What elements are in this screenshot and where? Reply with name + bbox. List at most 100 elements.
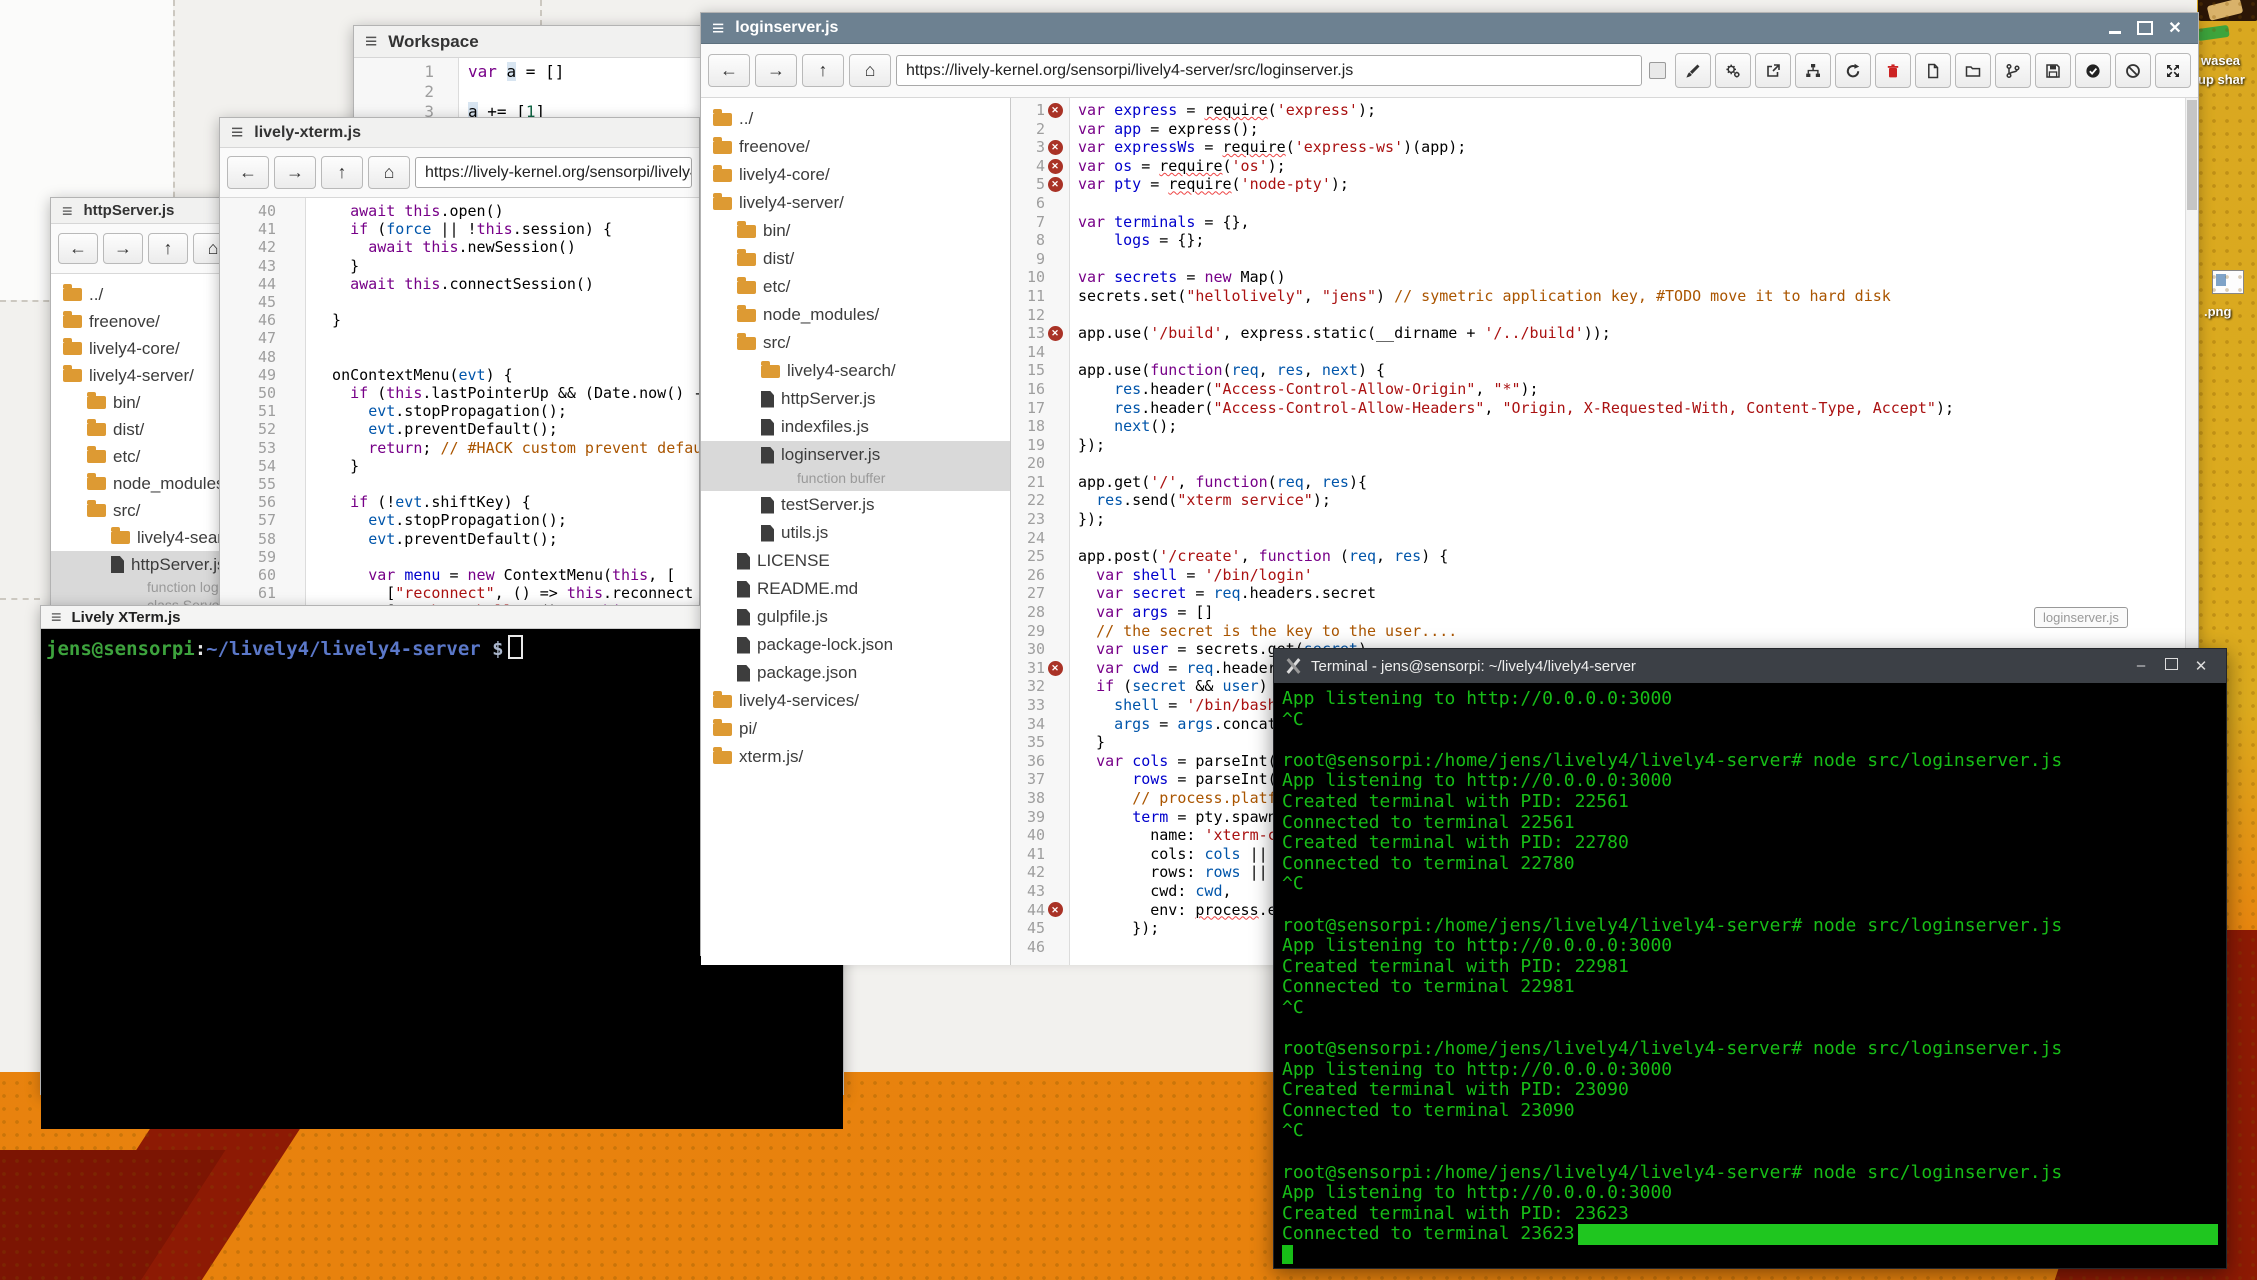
- menu-icon[interactable]: ≡: [62, 202, 73, 220]
- gutter-marker: [1045, 380, 1065, 399]
- back-button[interactable]: ←: [58, 233, 98, 264]
- code-text: var terminals = {},: [1065, 213, 1250, 232]
- desktop-icon-label[interactable]: wasea: [2201, 53, 2240, 68]
- maximize-button[interactable]: [2132, 18, 2158, 38]
- tree-item[interactable]: httpServer.js: [701, 385, 1010, 413]
- toggle-fullscreen-button[interactable]: [2155, 53, 2191, 88]
- home-button[interactable]: ⌂: [849, 54, 891, 87]
- gutter-marker: [1045, 454, 1065, 473]
- code-text: res.send("xterm service");: [1065, 491, 1331, 510]
- menu-icon[interactable]: ≡: [51, 607, 62, 628]
- menu-icon[interactable]: ≡: [365, 31, 377, 52]
- tree-item[interactable]: gulpfile.js: [701, 603, 1010, 631]
- gutter-marker: [1045, 845, 1065, 864]
- terminal-titlebar[interactable]: Terminal - jens@sensorpi: ~/lively4/live…: [1274, 649, 2226, 683]
- tree-item[interactable]: indexfiles.js: [701, 413, 1010, 441]
- url-input[interactable]: https://lively-kernel.org/sensorpi/livel…: [415, 157, 692, 188]
- code-text: res.header("Access-Control-Allow-Headers…: [1065, 399, 1954, 418]
- tree-item[interactable]: utils.js: [701, 519, 1010, 547]
- code-line: 40 await this.open(): [220, 202, 699, 220]
- scrollbar-thumb[interactable]: [2187, 100, 2197, 210]
- tree-item[interactable]: node_modules/: [701, 301, 1010, 329]
- terminal-output[interactable]: App listening to http://0.0.0.0:3000^C r…: [1274, 683, 2226, 1272]
- save-button[interactable]: [2035, 53, 2071, 88]
- code-text: app.post('/create', function (req, res) …: [1065, 547, 1448, 566]
- code-text: var os = require('os');: [1065, 157, 1286, 176]
- forward-icon: →: [286, 162, 304, 183]
- edit-mode-checkbox[interactable]: [1649, 62, 1666, 79]
- loginserver-titlebar[interactable]: ≡ loginserver.js ✕: [701, 13, 2198, 44]
- tree-item[interactable]: loginserver.js: [701, 441, 1010, 469]
- tree-item[interactable]: dist/: [701, 245, 1010, 273]
- xterm-code-editor[interactable]: 40 await this.open()41 if (force || !thi…: [220, 198, 699, 662]
- menu-icon[interactable]: ≡: [712, 18, 724, 39]
- trash-button[interactable]: [1875, 53, 1911, 88]
- tree-item[interactable]: etc/: [701, 273, 1010, 301]
- refresh-button[interactable]: [1835, 53, 1871, 88]
- tree-item[interactable]: freenove/: [701, 133, 1010, 161]
- line-number: 54: [220, 457, 276, 475]
- git-branch-button[interactable]: [1995, 53, 2031, 88]
- tree-item[interactable]: LICENSE: [701, 547, 1010, 575]
- close-button[interactable]: ✕: [2162, 18, 2188, 38]
- gutter-marker: [1045, 863, 1065, 882]
- open-external-button[interactable]: [1755, 53, 1791, 88]
- code-line: 55: [220, 475, 699, 493]
- png-file-icon[interactable]: [2212, 270, 2244, 294]
- forward-button[interactable]: →: [103, 233, 143, 264]
- minimize-button[interactable]: –: [2126, 657, 2156, 675]
- xterm-editor-titlebar[interactable]: ≡ lively-xterm.js: [220, 118, 699, 148]
- tree-item[interactable]: lively4-core/: [701, 161, 1010, 189]
- tree-item[interactable]: lively4-server/: [701, 189, 1010, 217]
- tree-item[interactable]: lively4-services/: [701, 687, 1010, 715]
- folder-icon: [713, 113, 732, 126]
- workspace-titlebar[interactable]: ≡ Workspace: [354, 26, 701, 58]
- sitemap-button[interactable]: [1795, 53, 1831, 88]
- forward-button[interactable]: →: [274, 156, 316, 189]
- gutter-marker: [276, 530, 300, 548]
- back-button[interactable]: ←: [227, 156, 269, 189]
- tree-item[interactable]: bin/: [701, 217, 1010, 245]
- code-line: 49 onContextMenu(evt) {: [220, 366, 699, 384]
- desktop-icon-label[interactable]: up shar: [2198, 72, 2245, 87]
- close-button[interactable]: ✕: [2186, 657, 2216, 675]
- new-file-button[interactable]: [1915, 53, 1951, 88]
- tree-item[interactable]: README.md: [701, 575, 1010, 603]
- maximize-button[interactable]: [2156, 657, 2186, 675]
- url-input[interactable]: https://lively-kernel.org/sensorpi/livel…: [896, 55, 1642, 86]
- brush-button[interactable]: [1675, 53, 1711, 88]
- code-text: [1065, 306, 1078, 325]
- up-button[interactable]: ↑: [802, 54, 844, 87]
- line-number: 46: [220, 311, 276, 329]
- gutter-marker: [1045, 789, 1065, 808]
- tree-item[interactable]: ../: [701, 105, 1010, 133]
- tree-item[interactable]: package-lock.json: [701, 631, 1010, 659]
- tree-item[interactable]: pi/: [701, 715, 1010, 743]
- desktop-icon-label[interactable]: .png: [2204, 304, 2231, 319]
- cancel-button[interactable]: [2115, 53, 2151, 88]
- terminal-cursor-line: [1282, 1245, 2218, 1266]
- up-button[interactable]: ↑: [148, 233, 188, 264]
- tree-item[interactable]: src/: [701, 329, 1010, 357]
- accept-button[interactable]: [2075, 53, 2111, 88]
- forward-button[interactable]: →: [755, 54, 797, 87]
- tree-item[interactable]: testServer.js: [701, 491, 1010, 519]
- tree-item[interactable]: xterm.js/: [701, 743, 1010, 771]
- tree-item[interactable]: lively4-search/: [701, 357, 1010, 385]
- code-text: if (this.lastPointerUp && (Date.now() -: [300, 384, 699, 402]
- home-button[interactable]: ⌂: [368, 156, 410, 189]
- code-line: 2: [354, 82, 701, 102]
- terminal-line: Connected to terminal 22981: [1282, 977, 2218, 998]
- gutter-marker: [1045, 194, 1065, 213]
- menu-icon[interactable]: ≡: [231, 122, 243, 143]
- minimize-button[interactable]: [2102, 18, 2128, 38]
- folder-button[interactable]: [1955, 53, 1991, 88]
- up-icon: ↑: [338, 162, 347, 183]
- up-button[interactable]: ↑: [321, 156, 363, 189]
- line-number: 22: [1011, 491, 1045, 510]
- gears-button[interactable]: [1715, 53, 1751, 88]
- back-button[interactable]: ←: [708, 54, 750, 87]
- tree-item[interactable]: package.json: [701, 659, 1010, 687]
- gutter-marker: [276, 238, 300, 256]
- code-text: args = args.concat(: [1065, 715, 1286, 734]
